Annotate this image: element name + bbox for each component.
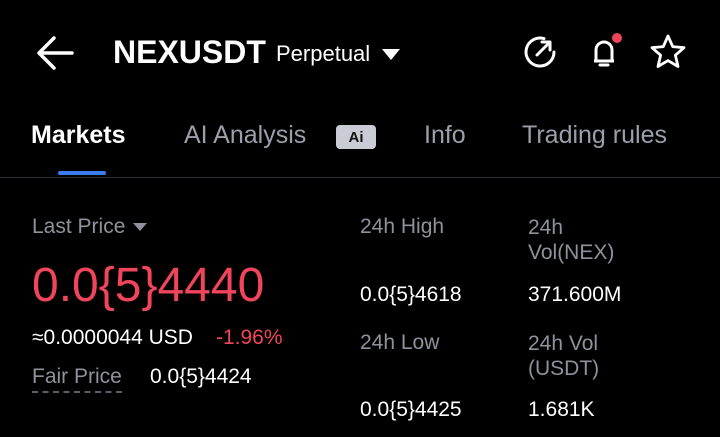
- caret-down-icon: [382, 48, 401, 60]
- ai-badge-icon: Ai: [336, 125, 376, 149]
- low-24h-value: 0.0{5}4425: [360, 398, 462, 421]
- refresh-button[interactable]: [520, 32, 560, 72]
- caret-down-icon: [133, 223, 148, 231]
- vol-quote-label: 24h Vol (USDT): [528, 331, 599, 381]
- tab-trading-rules[interactable]: Trading rules: [522, 121, 667, 150]
- price-change-percent: -1.96%: [216, 326, 283, 349]
- star-icon: [650, 34, 686, 68]
- back-button[interactable]: [30, 30, 80, 76]
- low-24h-label: 24h Low: [360, 331, 440, 354]
- tabs-divider: [0, 177, 720, 178]
- tab-info[interactable]: Info: [424, 121, 466, 150]
- vol-quote-label-line1: 24h Vol: [528, 332, 599, 355]
- notifications-button[interactable]: [584, 32, 624, 72]
- fair-price-value: 0.0{5}4424: [150, 365, 252, 388]
- approx-usd-value: ≈0.0000044 USD: [32, 326, 193, 349]
- vol-quote-label-line2: (USDT): [528, 357, 600, 380]
- high-24h-value: 0.0{5}4618: [360, 283, 462, 306]
- notification-dot: [612, 33, 622, 43]
- fair-price-label[interactable]: Fair Price: [32, 365, 122, 393]
- contract-type-dropdown[interactable]: Perpetual: [276, 41, 401, 67]
- tab-ai-analysis[interactable]: AI Analysis: [184, 121, 306, 150]
- high-24h-label: 24h High: [360, 215, 445, 238]
- vol-base-value: 371.600M: [528, 283, 622, 306]
- last-price-label: Last Price: [32, 215, 126, 238]
- favorite-button[interactable]: [648, 32, 688, 72]
- bell-icon: [594, 33, 622, 67]
- last-price-value: 0.0{5}4440: [32, 259, 265, 312]
- pair-title: NEXUSDT: [113, 34, 266, 70]
- vol-base-label: 24h Vol(NEX): [528, 215, 614, 265]
- vol-base-label-line1: 24h: [528, 216, 564, 239]
- last-price-selector[interactable]: Last Price: [32, 215, 148, 239]
- refresh-icon: [524, 36, 556, 68]
- tab-markets[interactable]: Markets: [31, 121, 126, 150]
- contract-type-label: Perpetual: [276, 41, 371, 66]
- vol-quote-value: 1.681K: [528, 398, 595, 421]
- back-arrow-icon: [37, 36, 74, 70]
- active-tab-indicator: [58, 171, 106, 175]
- vol-base-label-line2: Vol(NEX): [528, 241, 615, 264]
